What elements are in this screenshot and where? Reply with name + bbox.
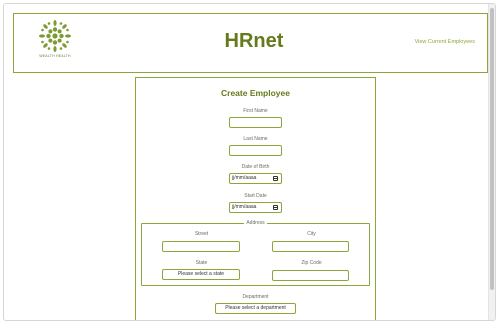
address-legend: Address (244, 220, 267, 226)
calendar-icon[interactable] (273, 205, 278, 210)
date-of-birth-input[interactable]: jj/mm/aaaa (229, 173, 282, 184)
zip-code-input[interactable] (272, 270, 349, 281)
first-name-input[interactable] (229, 117, 282, 128)
view-employees-link[interactable]: View Current Employees (415, 39, 475, 45)
start-date-input[interactable]: jj/mm/aaaa (229, 202, 282, 213)
date-of-birth-placeholder: jj/mm/aaaa (232, 175, 257, 181)
state-select[interactable]: Please select a state (162, 269, 240, 280)
app-title: HRnet (224, 30, 284, 52)
street-input[interactable] (162, 241, 240, 252)
last-name-input[interactable] (229, 145, 282, 156)
scrollbar-thumb[interactable] (490, 8, 494, 290)
create-employee-form: Create Employee First Name Last Name Dat… (135, 77, 376, 320)
city-label: City (307, 231, 316, 237)
browser-viewport: WEALTH HEALTH HRnet View Current Employe… (3, 3, 496, 321)
state-label: State (195, 260, 208, 266)
last-name-label: Last Name (243, 136, 268, 142)
site-header: WEALTH HEALTH HRnet View Current Employe… (13, 13, 488, 73)
form-title: Create Employee (221, 88, 290, 98)
city-input[interactable] (272, 241, 349, 252)
zip-code-label: Zip Code (301, 260, 322, 266)
department-label: Department (242, 294, 269, 300)
company-logo[interactable]: WEALTH HEALTH (32, 19, 78, 69)
logo-text: WEALTH HEALTH (39, 54, 71, 58)
start-date-placeholder: jj/mm/aaaa (232, 204, 257, 210)
leaf-logo-icon (39, 20, 71, 52)
street-label: Street (194, 231, 209, 237)
vertical-scrollbar[interactable] (488, 4, 495, 320)
first-name-label: First Name (243, 108, 268, 114)
calendar-icon[interactable] (273, 176, 278, 181)
start-date-label: Start Date (244, 193, 267, 199)
date-of-birth-label: Date of Birth (241, 164, 270, 170)
department-select[interactable]: Please select a department (215, 303, 296, 314)
address-fieldset: Address Street City State Please select … (141, 220, 370, 286)
